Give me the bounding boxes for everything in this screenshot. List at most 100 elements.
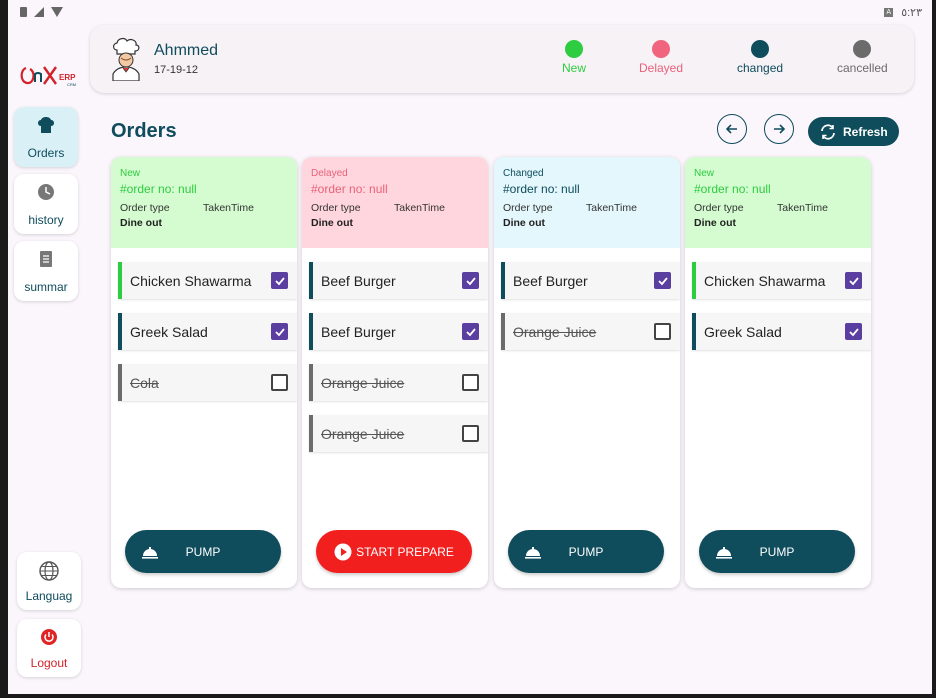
sidebar-item-history[interactable]: history	[14, 174, 78, 234]
logout-label: Logout	[30, 656, 68, 670]
item-checkbox[interactable]	[654, 272, 671, 289]
item-status-bar	[118, 364, 122, 401]
item-name: Chicken Shawarma	[704, 272, 826, 289]
item-name: Beef Burger	[513, 272, 588, 289]
order-item[interactable]: Cola	[118, 364, 297, 401]
order-item[interactable]: Beef Burger	[501, 262, 680, 299]
legend-dot-new	[565, 40, 583, 58]
order-item[interactable]: Beef Burger	[309, 313, 488, 350]
item-status-bar	[309, 364, 313, 401]
item-checkbox[interactable]	[654, 323, 671, 340]
order-item[interactable]: Orange Juice	[309, 364, 488, 401]
sim-icon	[20, 7, 27, 17]
item-name: Orange Juice	[321, 425, 405, 442]
item-checkbox[interactable]	[462, 425, 479, 442]
svg-text:ERP: ERP	[59, 73, 76, 82]
order-card-header: Delayed #order no: null Order type TakenT…	[302, 157, 488, 248]
item-checkbox[interactable]	[462, 272, 479, 289]
legend-changed: changed	[737, 40, 783, 75]
order-item[interactable]: Chicken Shawarma	[118, 262, 297, 299]
order-card-header: New #order no: null Order type TakenTime …	[111, 157, 297, 248]
legend-dot-delayed	[652, 40, 671, 58]
item-name: Chicken Shawarma	[130, 272, 252, 289]
check-icon	[465, 276, 476, 285]
service-bell-icon	[142, 546, 158, 559]
order-card: New #order no: null Order type TakenTime …	[111, 157, 297, 588]
check-icon	[274, 276, 285, 285]
pump-button[interactable]: PUMP	[508, 530, 664, 573]
item-checkbox[interactable]	[271, 323, 288, 340]
order-card: Delayed #order no: null Order type TakenT…	[302, 157, 488, 588]
legend-delayed: Delayed	[639, 40, 683, 75]
item-status-bar	[692, 262, 696, 299]
item-name: Greek Salad	[130, 323, 208, 340]
order-type-label: Order type	[120, 202, 170, 214]
app-screen: A ٥:٢٣ Ahmmed 17-19-12 New Delayed chang…	[8, 0, 932, 694]
order-type-value: Dine out	[120, 217, 162, 229]
check-icon	[657, 276, 668, 285]
pump-label: PUMP	[185, 544, 221, 559]
order-card-header: New #order no: null Order type TakenTime …	[685, 157, 871, 248]
service-bell-icon	[716, 546, 732, 559]
logout-button[interactable]: Logout	[17, 619, 81, 677]
language-button[interactable]: Languag	[17, 552, 81, 610]
item-status-bar	[118, 313, 122, 350]
order-card: New #order no: null Order type TakenTime …	[685, 157, 871, 588]
order-type-value: Dine out	[311, 217, 353, 229]
order-type-value: Dine out	[694, 217, 736, 229]
taken-time-label: TakenTime	[777, 202, 828, 214]
item-checkbox[interactable]	[271, 374, 288, 391]
arrow-right-icon	[774, 124, 786, 134]
prev-page-button[interactable]	[717, 114, 747, 144]
item-checkbox[interactable]	[462, 374, 479, 391]
order-number: #order no: null	[694, 182, 771, 196]
item-checkbox[interactable]	[462, 323, 479, 340]
header-bar: Ahmmed 17-19-12 New Delayed changed canc…	[90, 25, 914, 93]
taken-time-label: TakenTime	[394, 202, 445, 214]
legend-cancelled: cancelled	[837, 40, 888, 75]
start-prepare-label: START PREPARE	[356, 544, 454, 559]
order-item[interactable]: Beef Burger	[309, 262, 488, 299]
taken-time-label: TakenTime	[586, 202, 637, 214]
pump-label: PUMP	[759, 544, 795, 559]
pump-label: PUMP	[568, 544, 604, 559]
next-page-button[interactable]	[764, 114, 794, 144]
legend-label-delayed: Delayed	[639, 61, 684, 75]
check-icon	[848, 327, 859, 336]
sidebar-item-summary[interactable]: summar	[14, 241, 78, 301]
item-status-bar	[501, 313, 505, 350]
order-type-label: Order type	[311, 202, 361, 214]
order-type-label: Order type	[503, 202, 553, 214]
legend-new: New	[562, 40, 586, 75]
check-icon	[848, 276, 859, 285]
item-checkbox[interactable]	[845, 272, 862, 289]
order-status: Delayed	[311, 168, 348, 179]
order-card-header: Changed #order no: null Order type TakenT…	[494, 157, 680, 248]
order-item[interactable]: Orange Juice	[501, 313, 680, 350]
start-prepare-button[interactable]: START PREPARE	[316, 530, 472, 573]
order-item[interactable]: Greek Salad	[118, 313, 297, 350]
item-status-bar	[309, 262, 313, 299]
sidebar-item-label: history	[28, 213, 64, 227]
item-checkbox[interactable]	[845, 323, 862, 340]
refresh-label: Refresh	[843, 124, 888, 139]
order-item[interactable]: Chicken Shawarma	[692, 262, 871, 299]
order-item[interactable]: Greek Salad	[692, 313, 871, 350]
sidebar-item-orders[interactable]: Orders	[14, 107, 78, 167]
keyboard-a-icon: A	[884, 7, 894, 17]
order-type-label: Order type	[694, 202, 744, 214]
user-name: Ahmmed	[154, 42, 219, 59]
item-name: Orange Juice	[513, 323, 597, 340]
pump-button[interactable]: PUMP	[699, 530, 855, 573]
item-status-bar	[309, 415, 313, 452]
check-icon	[274, 327, 285, 336]
chef-avatar-icon	[112, 37, 140, 81]
item-checkbox[interactable]	[271, 272, 288, 289]
refresh-icon	[821, 123, 835, 140]
status-bar: A ٥:٢٣	[8, 0, 932, 24]
sidebar-item-label: summar	[24, 280, 68, 294]
order-item[interactable]: Orange Juice	[309, 415, 488, 452]
refresh-button[interactable]: Refresh	[808, 117, 899, 146]
pump-button[interactable]: PUMP	[125, 530, 281, 573]
check-icon	[465, 327, 476, 336]
